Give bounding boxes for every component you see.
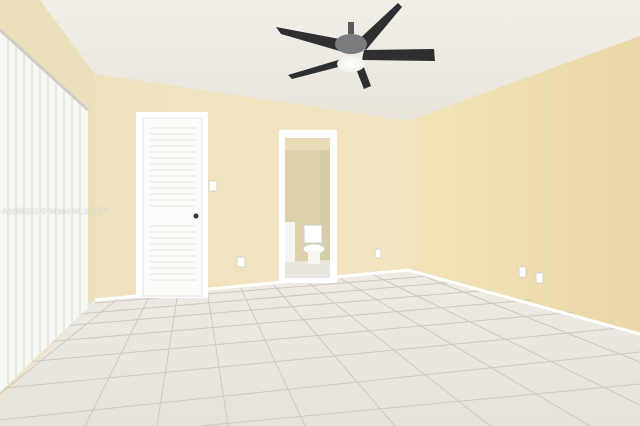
bathroom-doorway[interactable]: [279, 130, 337, 283]
phone-jack: [535, 272, 544, 284]
room-photo: A1666033 © Miami MLS 2024: [0, 0, 640, 426]
closet-door[interactable]: [136, 112, 208, 298]
fan-blade: [362, 49, 435, 61]
wall-outlet: [236, 256, 246, 268]
bathroom-vanity: [285, 222, 295, 262]
wall-outlet: [518, 266, 527, 278]
mls-watermark: A1666033 © Miami MLS 2024: [2, 207, 109, 216]
light-switch[interactable]: [208, 180, 218, 192]
wall-outlet: [374, 248, 382, 259]
door-knob[interactable]: [193, 213, 199, 219]
